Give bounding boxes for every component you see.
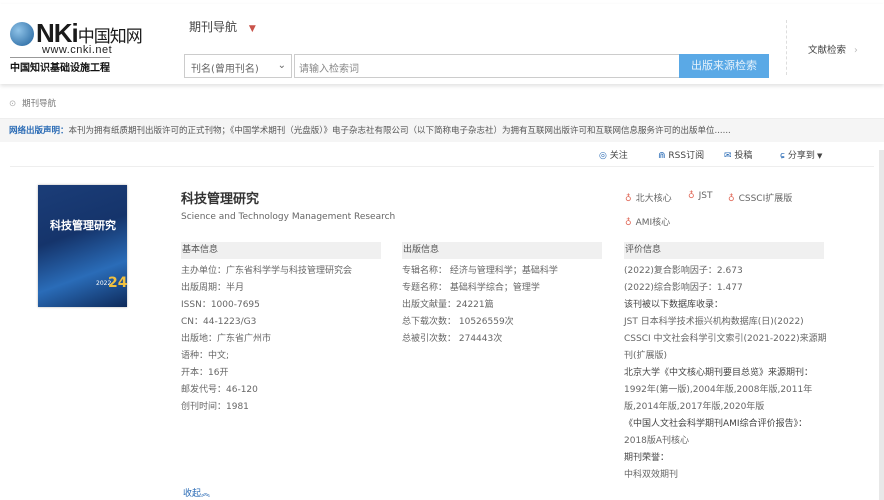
info-row: 出版文献量：24221篇 — [402, 300, 494, 310]
info-row: 《中国人文社会科学期刊AMI综合评价报告》： — [624, 419, 808, 429]
section-heading: 出版信息 — [402, 242, 602, 259]
header: NKi中国知网 www.cnki.net 中国知识基础设施工程 期刊导航 ▼ 刊… — [0, 4, 884, 84]
info-row: 出版周期：半月 — [181, 283, 245, 293]
award-icon: ♁ — [625, 194, 632, 204]
badge-label: JST — [698, 191, 713, 201]
info-row: JST 日本科学技术振兴机构数据库(日)(2022) — [624, 317, 804, 327]
cnki-logo[interactable]: NKi中国知网 www.cnki.net 中国知识基础设施工程 — [10, 18, 150, 74]
info-row: 邮发代号：46-120 — [181, 385, 258, 395]
logo-tagline: 中国知识基础设施工程 — [10, 57, 110, 74]
breadcrumb: ⊙ 期刊导航 — [9, 97, 56, 109]
info-row: 创刊时间：1981 — [181, 402, 249, 412]
journal-subtitle: Science and Technology Management Resear… — [181, 212, 396, 222]
literature-search-link[interactable]: 文献检索 › — [808, 42, 858, 56]
header-divider — [786, 20, 787, 75]
chevron-right-icon: › — [854, 45, 858, 56]
info-row: 专辑名称： 经济与管理科学；基础科学 — [402, 266, 558, 276]
badge-pku-core: ♁ 北大核心 — [625, 191, 672, 204]
info-row: ISSN：1000-7695 — [181, 300, 260, 310]
follow-button[interactable]: ◎ 关注 — [599, 148, 628, 161]
info-row: 北京大学《中文核心期刊要目总览》来源期刊： — [624, 368, 814, 378]
location-pin-icon: ⊙ — [9, 99, 17, 109]
cover-title: 科技管理研究 — [50, 219, 116, 232]
info-row: 刊(扩展版) — [624, 351, 668, 361]
info-row: CSSCI 中文社会科学引文索引(2021-2022)来源期 — [624, 334, 827, 344]
share-button[interactable]: ɕ 分享到 ▼ — [780, 148, 822, 161]
search-field-select[interactable]: 刊名(曾用刊名) ⌄ — [184, 54, 292, 78]
rss-label: RSS订阅 — [668, 151, 705, 161]
eye-icon: ◎ — [599, 151, 610, 161]
info-row: (2022)综合影响因子：1.477 — [624, 283, 743, 293]
info-row: 版,2014年版,2017年版,2020年版 — [624, 402, 765, 412]
badge-cssci: ♁ CSSCI扩展版 — [728, 191, 792, 204]
literature-search-label: 文献检索 — [808, 45, 847, 56]
basic-info-section: 基本信息 主办单位：广东省科学学与科技管理研究会 出版周期：半月 ISSN：1000… — [181, 242, 381, 416]
journal-nav-menu[interactable]: 期刊导航 ▼ — [189, 18, 256, 35]
notice-text: 本刊为拥有纸质期刊出版许可的正式刊物；《中国学术期刊（光盘版）》电子杂志社有限公… — [68, 126, 731, 136]
info-row: 总被引次数： 274443次 — [402, 334, 503, 344]
triangle-down-icon: ▼ — [814, 152, 823, 160]
search-placeholder: 请输入检索词 — [299, 64, 359, 75]
info-row: 开本：16开 — [181, 368, 229, 378]
scrollbar[interactable] — [879, 150, 884, 500]
info-row: 2018版A刊核心 — [624, 436, 690, 446]
info-row: CN：44-1223/G3 — [181, 317, 257, 327]
badge-label: CSSCI扩展版 — [738, 194, 793, 204]
share-icon: ɕ — [780, 151, 788, 161]
share-label: 分享到 — [787, 151, 815, 161]
info-row: 总下载次数： 10526559次 — [402, 317, 514, 327]
award-icon: ♁ — [688, 191, 695, 201]
divider — [10, 166, 874, 167]
badge-jst: ♁ JST — [688, 191, 712, 201]
info-row: 该刊被以下数据库收录： — [624, 300, 724, 310]
cover-issue: 24 — [108, 275, 128, 291]
section-heading: 评价信息 — [624, 242, 824, 259]
journal-title: 科技管理研究 — [181, 192, 260, 207]
notice-label: 网络出版声明： — [9, 126, 69, 136]
search-field-value: 刊名(曾用刊名) — [191, 64, 259, 75]
submit-button[interactable]: ✉ 投稿 — [724, 148, 752, 161]
info-row: (2022)复合影响因子：2.673 — [624, 266, 743, 276]
follow-label: 关注 — [609, 151, 628, 161]
nav-title: 期刊导航 — [189, 20, 238, 34]
badge-label: 北大核心 — [635, 194, 672, 204]
info-row: 出版地：广东省广州市 — [181, 334, 272, 344]
info-row: 主办单位：广东省科学学与科技管理研究会 — [181, 266, 353, 276]
badge-label: AMI核心 — [635, 218, 671, 228]
globe-icon — [10, 22, 34, 46]
info-row: 语种：中文; — [181, 351, 230, 361]
rss-button[interactable]: ⋒ RSS订阅 — [658, 148, 704, 161]
info-row: 期刊荣誉： — [624, 453, 670, 463]
rss-icon: ⋒ — [658, 151, 669, 161]
triangle-down-icon: ▼ — [248, 24, 256, 34]
evaluation-info-section: 评价信息 (2022)复合影响因子：2.673 (2022)综合影响因子：1.47… — [624, 242, 827, 484]
publication-notice: 网络出版声明：本刊为拥有纸质期刊出版许可的正式刊物；《中国学术期刊（光盘版）》电… — [0, 118, 884, 142]
logo-url: www.cnki.net — [42, 44, 113, 56]
search-input[interactable]: 请输入检索词 — [294, 54, 680, 78]
breadcrumb-item[interactable]: 期刊导航 — [22, 99, 56, 109]
collapse-link[interactable]: 收起︽ — [183, 486, 210, 499]
submit-label: 投稿 — [734, 151, 753, 161]
chevron-down-icon: ⌄ — [277, 60, 286, 71]
award-icon: ♁ — [728, 194, 735, 204]
award-icon: ♁ — [625, 218, 632, 228]
chevron-up-icon: ︽ — [201, 489, 211, 499]
collapse-label: 收起 — [183, 489, 202, 499]
mail-icon: ✉ — [724, 151, 735, 161]
search-button[interactable]: 出版来源检索 — [679, 54, 769, 78]
publish-info-section: 出版信息 专辑名称： 经济与管理科学；基础科学 专题名称： 基础科学综合；管理学出… — [402, 242, 602, 348]
badge-ami: ♁ AMI核心 — [625, 215, 670, 228]
journal-cover[interactable]: 科技管理研究 2022 24 — [38, 185, 127, 307]
info-row: 中科双效期刊 — [624, 470, 679, 480]
info-row: 1992年(第一版),2004年版,2008年版,2011年 — [624, 385, 813, 395]
section-heading: 基本信息 — [181, 242, 381, 259]
info-row: 专题名称： 基础科学综合；管理学 — [402, 283, 540, 293]
